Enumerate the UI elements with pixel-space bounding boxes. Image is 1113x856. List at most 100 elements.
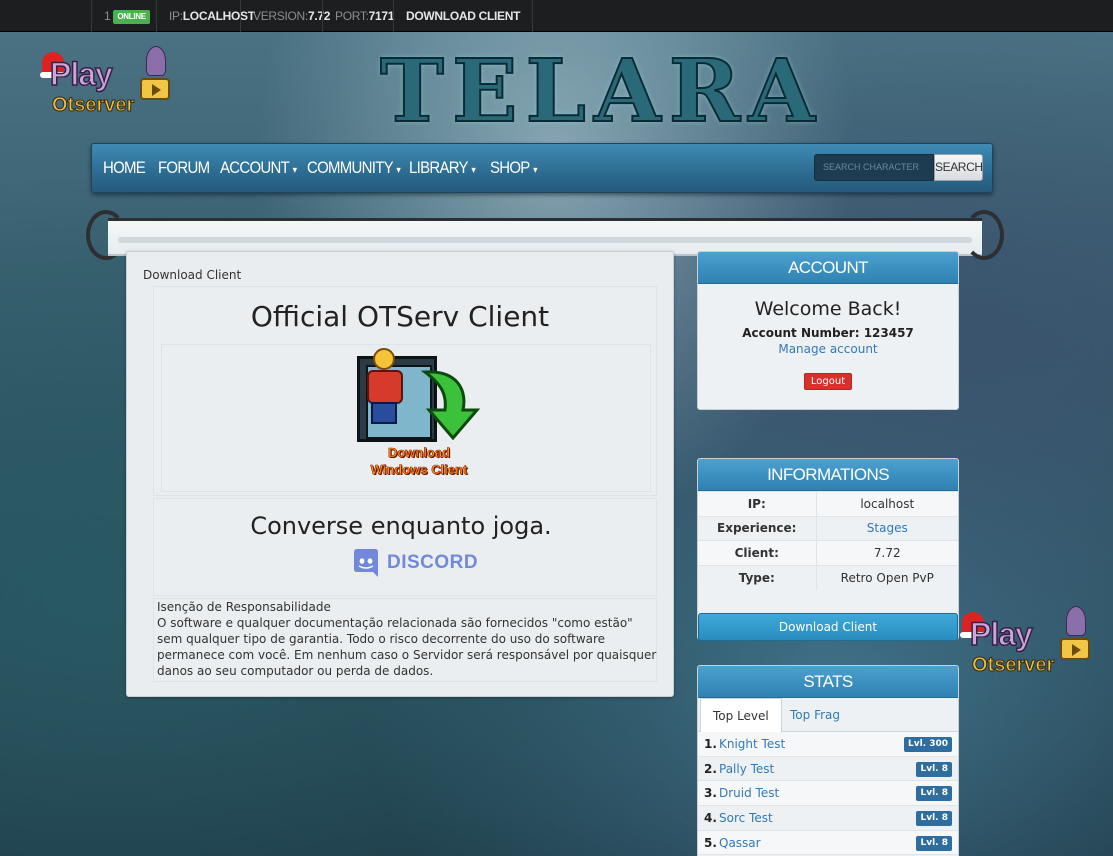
- nav-shop[interactable]: SHOP ▾: [490, 144, 538, 192]
- official-client-title: Official OTServ Client: [250, 300, 550, 333]
- nav-forum[interactable]: FORUM: [158, 144, 210, 192]
- logout-button[interactable]: Logout: [803, 373, 853, 390]
- chevron-down-icon: ▾: [471, 165, 476, 176]
- info-key: Client:: [698, 540, 817, 565]
- info-key: Type:: [698, 564, 817, 590]
- level-badge: Lvl. 8: [916, 811, 952, 827]
- nav-library[interactable]: LIBRARY ▾: [409, 144, 476, 192]
- player-name-link[interactable]: Qassar: [719, 831, 761, 855]
- converse-title: Converse enquanto joga.: [250, 512, 552, 540]
- disclaimer-text: O software e qualquer documentação relac…: [157, 616, 657, 678]
- stats-panel: STATS Top Level Top Frag 1. Knight Test …: [697, 665, 959, 856]
- account-number: Account Number: 123457: [698, 326, 958, 340]
- discord-icon: [354, 549, 378, 577]
- player-rank: 4.: [704, 811, 717, 826]
- main-content-panel: Download Client Official OTServ Client D…: [126, 251, 674, 697]
- chevron-down-icon: ▾: [533, 165, 537, 176]
- account-panel: ACCOUNT Welcome Back! Account Number: 12…: [697, 251, 959, 410]
- level-badge: Lvl. 8: [916, 761, 952, 777]
- download-arrow-icon: [420, 370, 481, 440]
- online-players-count[interactable]: 1 ONLINE: [91, 0, 162, 32]
- download-line1: Download: [387, 445, 451, 461]
- player-rank: 3.: [704, 786, 717, 801]
- player-name-link[interactable]: Pally Test: [719, 757, 774, 781]
- nav-account-label: ACCOUNT: [220, 158, 290, 177]
- informations-header: INFORMATIONS: [698, 459, 958, 491]
- manage-account-link[interactable]: Manage account: [698, 342, 958, 356]
- table-row: Experience: Stages: [698, 515, 958, 541]
- chevron-down-icon: ▾: [396, 165, 401, 176]
- player-name-link[interactable]: Sorc Test: [719, 806, 773, 830]
- player-rank: 2.: [704, 761, 717, 776]
- download-line2: Windows Client: [370, 462, 468, 478]
- play-otserver-logo[interactable]: Play Otserver: [40, 44, 175, 124]
- otserver-word: Otserver: [971, 654, 1055, 677]
- version-label: VERSION:: [253, 9, 308, 23]
- player-name-link[interactable]: Knight Test: [719, 732, 785, 756]
- account-number-label: Account Number:: [742, 326, 860, 340]
- download-windows-client-button[interactable]: Download Windows Client: [349, 348, 489, 480]
- nav-library-label: LIBRARY: [409, 158, 469, 177]
- ip-label: IP:: [169, 9, 183, 23]
- discord-link[interactable]: DISCORD: [351, 548, 478, 580]
- list-item: 1. Knight Test Lvl. 300: [698, 732, 958, 757]
- tab-top-frag[interactable]: Top Frag: [778, 698, 852, 733]
- account-number-value: 123457: [863, 326, 914, 340]
- disclaimer-title: Isenção de Responsabilidade: [157, 600, 331, 614]
- level-badge: Lvl. 8: [916, 786, 952, 802]
- tab-top-level[interactable]: Top Level: [700, 698, 782, 733]
- wizard-icon: [1066, 606, 1086, 636]
- port-value: 7171: [368, 9, 395, 23]
- chevron-down-icon: ▾: [292, 165, 297, 176]
- welcome-message: Welcome Back!: [754, 298, 902, 320]
- level-badge: Lvl. 8: [916, 835, 952, 851]
- search-character-input[interactable]: SEARCH CHARACTER: [814, 154, 934, 181]
- top-level-list: 1. Knight Test Lvl. 300 2. Pally Test Lv…: [698, 732, 958, 856]
- nav-community-label: COMMUNITY: [307, 158, 394, 177]
- discord-wordmark: DISCORD: [387, 552, 479, 573]
- site-logo[interactable]: TELARA: [379, 41, 816, 143]
- nav-community[interactable]: COMMUNITY ▾: [307, 144, 401, 192]
- info-key: Experience:: [698, 515, 817, 541]
- list-item: 2. Pally Test Lvl. 8: [698, 757, 958, 782]
- download-client-link[interactable]: DOWNLOAD CLIENT: [393, 0, 534, 32]
- info-value: localhost: [816, 491, 958, 516]
- play-otserver-logo-right[interactable]: Play Otserver: [960, 604, 1095, 684]
- main-navbar: HOME FORUM ACCOUNT ▾ COMMUNITY ▾ LIBRARY ▾ …: [91, 143, 993, 193]
- page-title: Download Client: [143, 268, 242, 282]
- nav-home[interactable]: HOME: [103, 144, 146, 192]
- disclaimer: Isenção de Responsabilidade O software e…: [157, 599, 657, 679]
- table-row: Client: 7.72: [698, 540, 958, 565]
- server-status-bar: 1 ONLINE IP:LOCALHOST VERSION:7.72 PORT:7…: [0, 0, 1113, 32]
- download-label: Download Windows Client: [349, 444, 489, 478]
- list-item: 5. Qassar Lvl. 8: [698, 830, 958, 856]
- stats-tabs: Top Level Top Frag: [698, 698, 958, 733]
- list-item: 3. Druid Test Lvl. 8: [698, 781, 958, 807]
- play-word: Play: [969, 615, 1033, 653]
- nav-account[interactable]: ACCOUNT ▾: [220, 144, 297, 192]
- player-rank: 1.: [704, 737, 717, 751]
- player-rank: 5.: [704, 835, 717, 850]
- table-row: Type: Retro Open PvP: [698, 564, 958, 590]
- server-info-table: IP: localhost Experience: Stages Client:…: [698, 491, 958, 590]
- info-value: 7.72: [816, 540, 958, 565]
- online-count: 1: [104, 9, 111, 23]
- download-client-button[interactable]: Download Client: [698, 613, 958, 641]
- play-tv-icon: [140, 78, 170, 100]
- nav-shop-label: SHOP: [490, 158, 530, 177]
- player-name-link[interactable]: Druid Test: [719, 781, 779, 805]
- play-word: Play: [49, 55, 113, 93]
- otserver-word: Otserver: [51, 94, 135, 117]
- experience-stages-link[interactable]: Stages: [816, 515, 958, 541]
- nav-home-label: HOME: [103, 158, 146, 177]
- level-badge: Lvl. 300: [903, 737, 952, 752]
- stats-header: STATS: [698, 666, 958, 698]
- info-value: Retro Open PvP: [816, 564, 958, 590]
- nav-forum-label: FORUM: [158, 158, 210, 177]
- list-item: 4. Sorc Test Lvl. 8: [698, 806, 958, 831]
- wizard-icon: [146, 46, 166, 76]
- info-key: IP:: [698, 491, 817, 516]
- search-button[interactable]: SEARCH: [934, 154, 983, 181]
- frame-ornament-right: [964, 210, 1004, 260]
- knight-character-icon: [361, 348, 407, 428]
